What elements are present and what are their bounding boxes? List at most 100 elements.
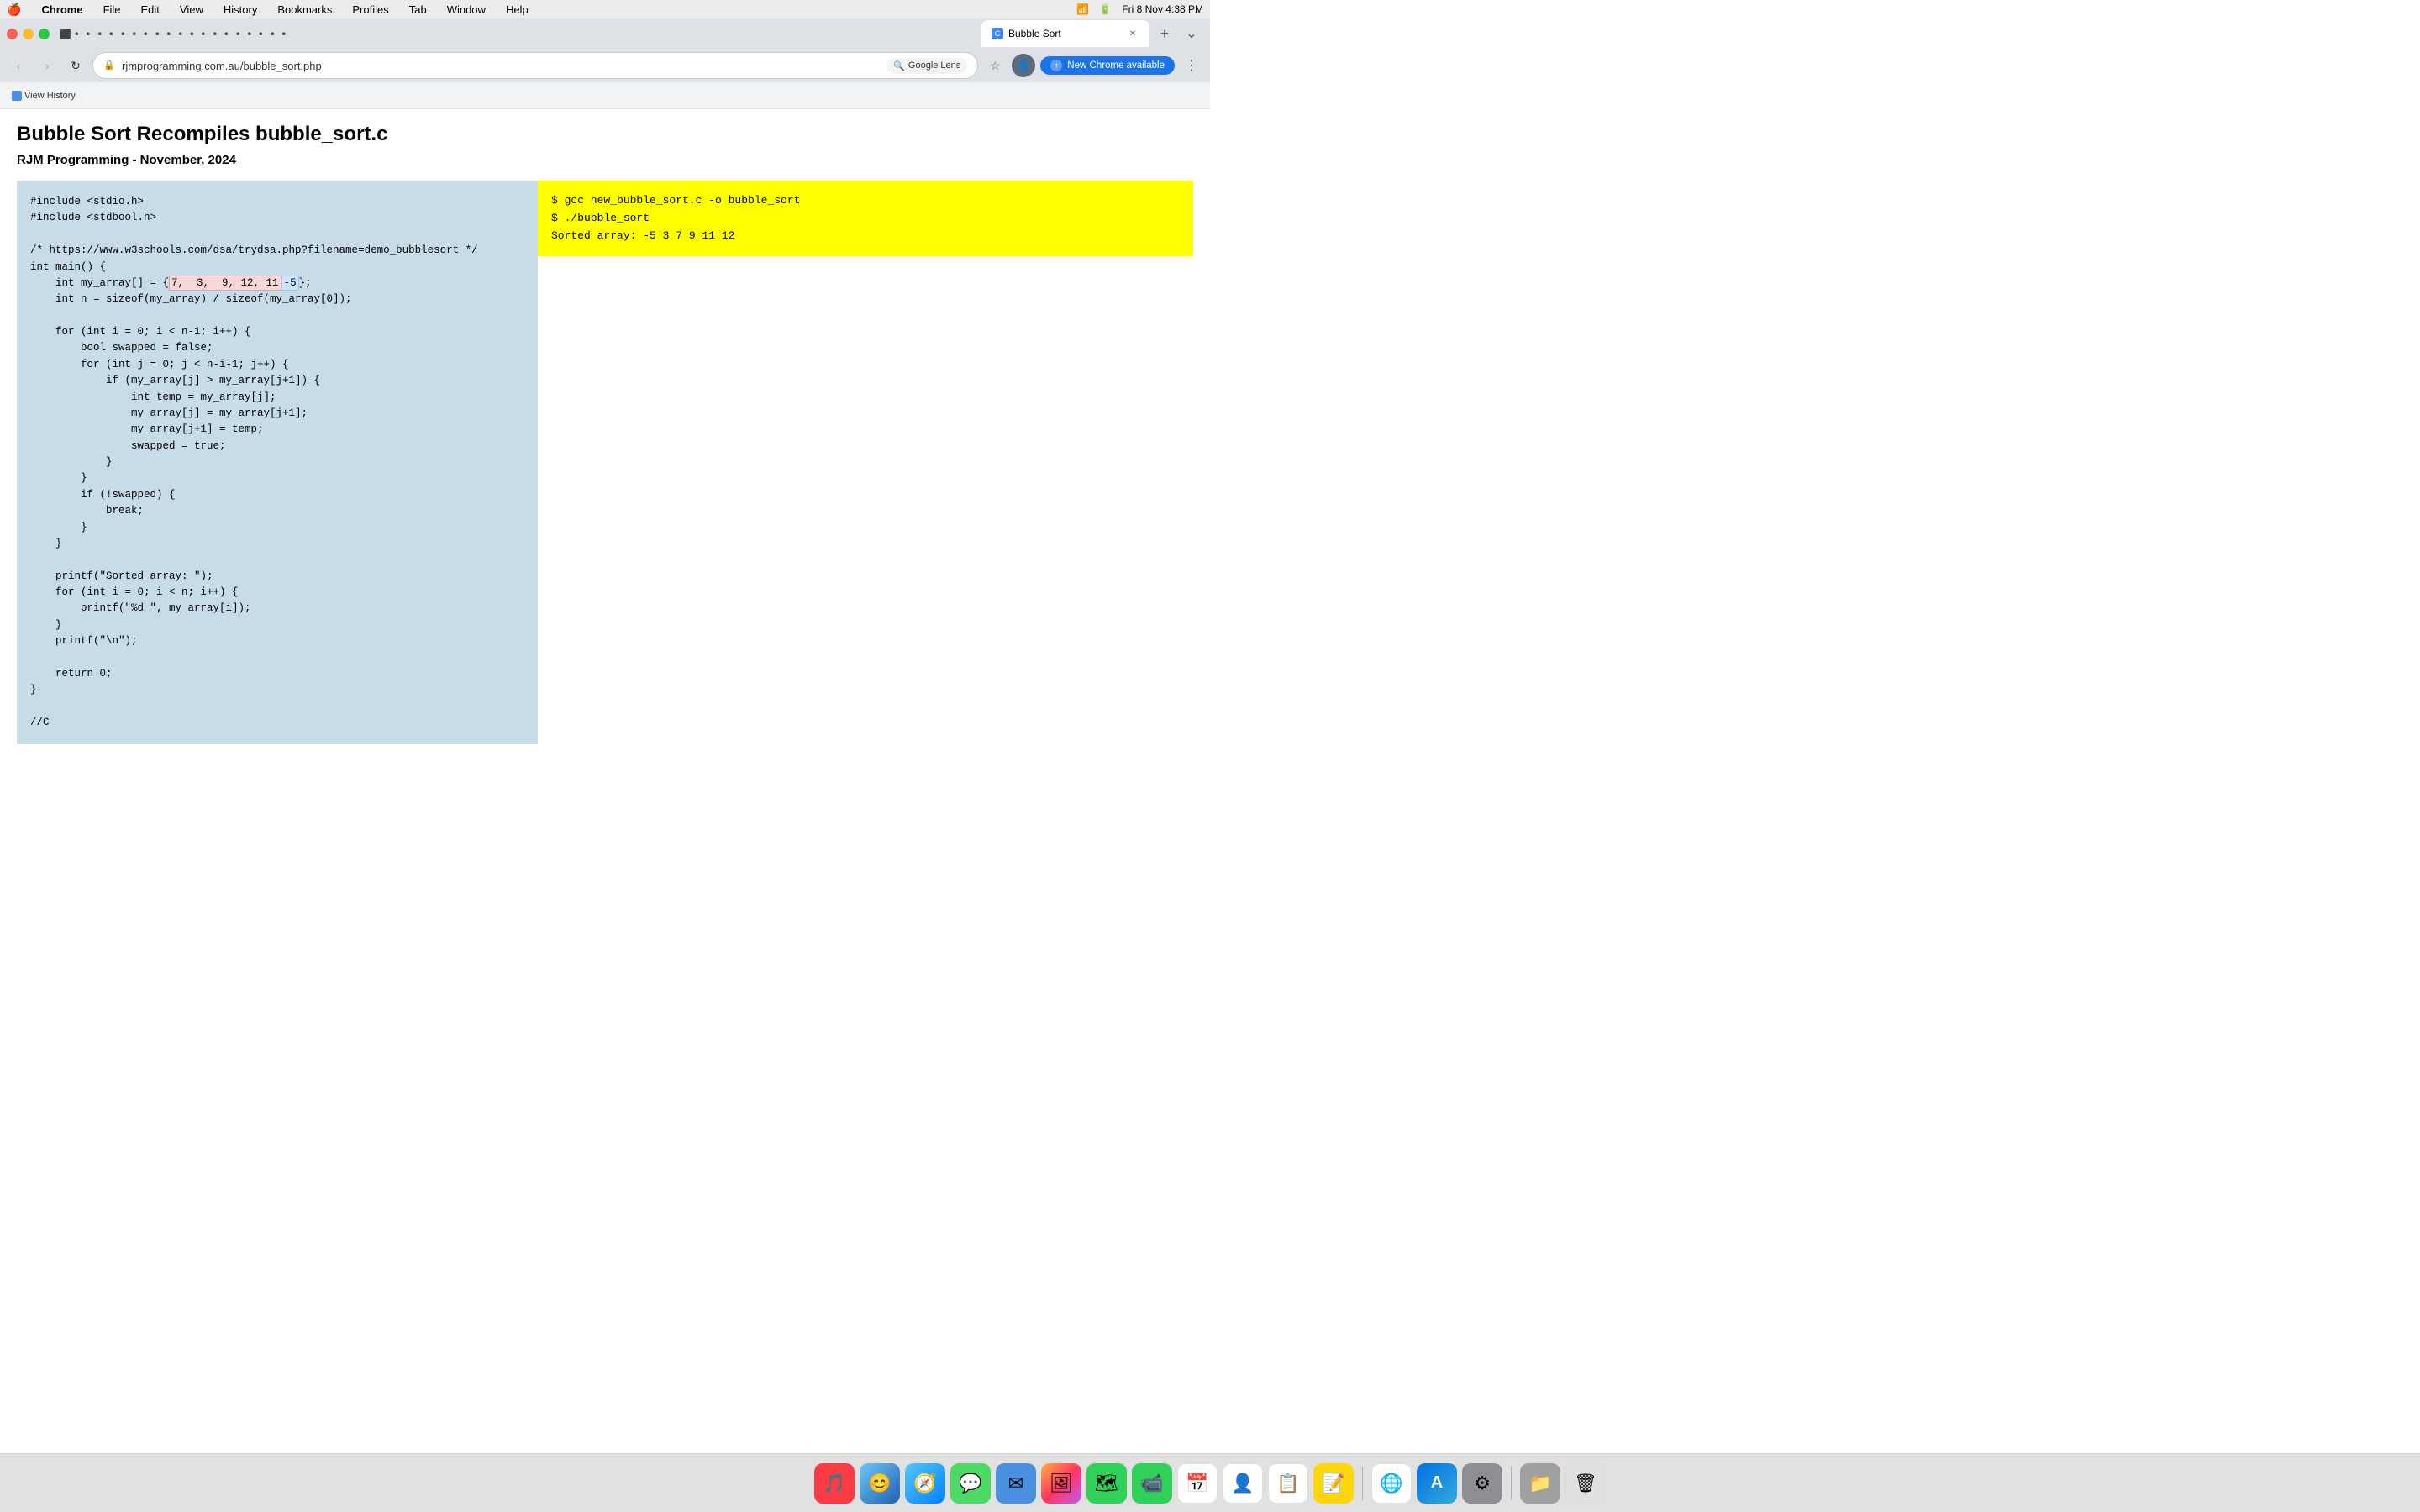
content-area: #include <stdio.h> #include <stdbool.h> … xyxy=(17,181,1193,744)
dock-finder[interactable]: 😊 xyxy=(860,1463,900,1504)
code-line: int temp = my_array[j]; xyxy=(30,390,524,406)
dock-calendar[interactable]: 📅 xyxy=(1177,1463,1218,1504)
menu-bookmarks[interactable]: Bookmarks xyxy=(274,3,335,16)
dock-misc-1[interactable]: 📁 xyxy=(1520,1463,1560,1504)
minimize-window-button[interactable] xyxy=(23,29,34,39)
wifi-icon[interactable]: 📶 xyxy=(1076,3,1089,15)
code-line: my_array[j] = my_array[j+1]; xyxy=(30,406,524,422)
forward-icon: › xyxy=(45,59,50,72)
code-line: printf("Sorted array: "); xyxy=(30,569,524,585)
terminal-line-3: Sorted array: -5 3 7 9 11 12 xyxy=(551,228,1180,245)
traffic-lights xyxy=(7,29,50,39)
chrome-update-icon: ↑ xyxy=(1050,60,1062,71)
dock-safari[interactable]: 🧭 xyxy=(905,1463,945,1504)
code-line: swapped = true; xyxy=(30,438,524,454)
code-line: //C xyxy=(30,715,524,731)
tab-close-button[interactable]: ✕ xyxy=(1126,27,1139,40)
bookmark-label: View History xyxy=(24,91,76,101)
profile-button[interactable]: 👤 xyxy=(1012,54,1035,77)
code-line: #include <stdio.h> xyxy=(30,194,524,210)
code-line xyxy=(30,552,524,568)
menu-view[interactable]: View xyxy=(176,3,207,16)
dock-settings[interactable]: ⚙ xyxy=(1462,1463,1502,1504)
browser-menu-button[interactable]: ⋮ xyxy=(1180,54,1203,77)
array-highlight: 7, 3, 9, 12, 11 xyxy=(169,276,281,291)
google-lens-button[interactable]: 🔍 Google Lens xyxy=(886,58,967,74)
menu-window[interactable]: Window xyxy=(444,3,489,16)
dock-messages[interactable]: 💬 xyxy=(950,1463,991,1504)
menu-edit[interactable]: Edit xyxy=(138,3,163,16)
dock-chrome[interactable]: 🌐 xyxy=(1371,1463,1412,1504)
forward-button[interactable]: › xyxy=(35,54,59,77)
menu-bar: 🍎 Chrome File Edit View History Bookmark… xyxy=(0,0,1210,18)
new-chrome-button[interactable]: ↑ New Chrome available xyxy=(1040,56,1175,75)
url-text: rjmprogramming.com.au/bubble_sort.php xyxy=(122,60,880,72)
dock-notes[interactable]: 📝 xyxy=(1313,1463,1354,1504)
dock-separator-2 xyxy=(1511,1467,1512,1500)
menu-help[interactable]: Help xyxy=(502,3,532,16)
back-button[interactable]: ‹ xyxy=(7,54,30,77)
code-line: printf("\n"); xyxy=(30,633,524,649)
apple-menu[interactable]: 🍎 xyxy=(7,3,21,17)
battery-icon[interactable]: 🔋 xyxy=(1099,3,1112,15)
code-line: for (int i = 0; i < n-1; i++) { xyxy=(30,324,524,340)
dock-photos[interactable]: 🖼 xyxy=(1041,1463,1081,1504)
new-chrome-label: New Chrome available xyxy=(1067,60,1165,71)
dock: 🎵 😊 🧭 💬 ✉ 🖼 🗺 📹 📅 👤 📋 📝 🌐 A ⚙ 📁 🗑 xyxy=(0,1453,2420,1512)
bookmark-view-history[interactable]: View History xyxy=(7,89,81,102)
close-window-button[interactable] xyxy=(7,29,18,39)
code-line: int n = sizeof(my_array) / sizeof(my_arr… xyxy=(30,291,524,307)
menu-profiles[interactable]: Profiles xyxy=(349,3,392,16)
dock-appstore[interactable]: A xyxy=(1417,1463,1457,1504)
dock-separator xyxy=(1362,1467,1363,1500)
menu-chrome[interactable]: Chrome xyxy=(38,3,86,16)
code-line: bool swapped = false; xyxy=(30,340,524,356)
negative-highlight: -5 xyxy=(281,276,299,291)
google-lens-icon: 🔍 xyxy=(893,60,905,71)
dock-music[interactable]: 🎵 xyxy=(814,1463,855,1504)
code-line: int main() { xyxy=(30,260,524,276)
code-line: } xyxy=(30,536,524,552)
bookmarks-bar: View History xyxy=(0,82,1210,109)
clock: Fri 8 Nov 4:38 PM xyxy=(1122,3,1203,15)
dock-facetime[interactable]: 📹 xyxy=(1132,1463,1172,1504)
bookmark-button[interactable]: ☆ xyxy=(983,54,1007,77)
menu-file[interactable]: File xyxy=(100,3,124,16)
reload-button[interactable]: ↻ xyxy=(64,54,87,77)
active-tab[interactable]: C Bubble Sort ✕ xyxy=(981,20,1150,47)
terminal-line-1: $ gcc new_bubble_sort.c -o bubble_sort xyxy=(551,192,1180,210)
code-line xyxy=(30,227,524,243)
menu-tab[interactable]: Tab xyxy=(406,3,430,16)
reload-icon: ↻ xyxy=(71,59,81,73)
code-line: if (!swapped) { xyxy=(30,487,524,503)
dock-contacts[interactable]: 👤 xyxy=(1223,1463,1263,1504)
bookmark-favicon xyxy=(12,91,22,101)
terminal-block: $ gcc new_bubble_sort.c -o bubble_sort $… xyxy=(538,181,1193,256)
security-icon: 🔒 xyxy=(103,60,115,71)
tab-list-button[interactable]: ⌄ xyxy=(1180,22,1203,45)
code-line: } xyxy=(30,470,524,486)
page-subtitle: RJM Programming - November, 2024 xyxy=(17,153,1193,167)
code-block: #include <stdio.h> #include <stdbool.h> … xyxy=(17,181,538,744)
url-bar[interactable]: 🔒 rjmprogramming.com.au/bubble_sort.php … xyxy=(92,52,978,79)
dock-reminders[interactable]: 📋 xyxy=(1268,1463,1308,1504)
code-line: } xyxy=(30,682,524,698)
code-line xyxy=(30,308,524,324)
page-content: Bubble Sort Recompiles bubble_sort.c RJM… xyxy=(0,109,1210,748)
page-title: Bubble Sort Recompiles bubble_sort.c xyxy=(17,123,1193,146)
maximize-window-button[interactable] xyxy=(39,29,50,39)
dock-maps[interactable]: 🗺 xyxy=(1086,1463,1127,1504)
google-lens-label: Google Lens xyxy=(908,60,960,71)
code-line: if (my_array[j] > my_array[j+1]) { xyxy=(30,373,524,389)
code-line: break; xyxy=(30,503,524,519)
code-line: } xyxy=(30,454,524,470)
dock-mail[interactable]: ✉ xyxy=(996,1463,1036,1504)
dock-trash[interactable]: 🗑 xyxy=(1565,1463,1606,1504)
code-line: #include <stdbool.h> xyxy=(30,210,524,226)
code-line: printf("%d ", my_array[i]); xyxy=(30,601,524,617)
new-tab-button[interactable]: + xyxy=(1153,22,1176,45)
code-line: } xyxy=(30,617,524,633)
menu-history[interactable]: History xyxy=(220,3,260,16)
tab-title: Bubble Sort xyxy=(1008,28,1121,39)
code-line xyxy=(30,699,524,715)
